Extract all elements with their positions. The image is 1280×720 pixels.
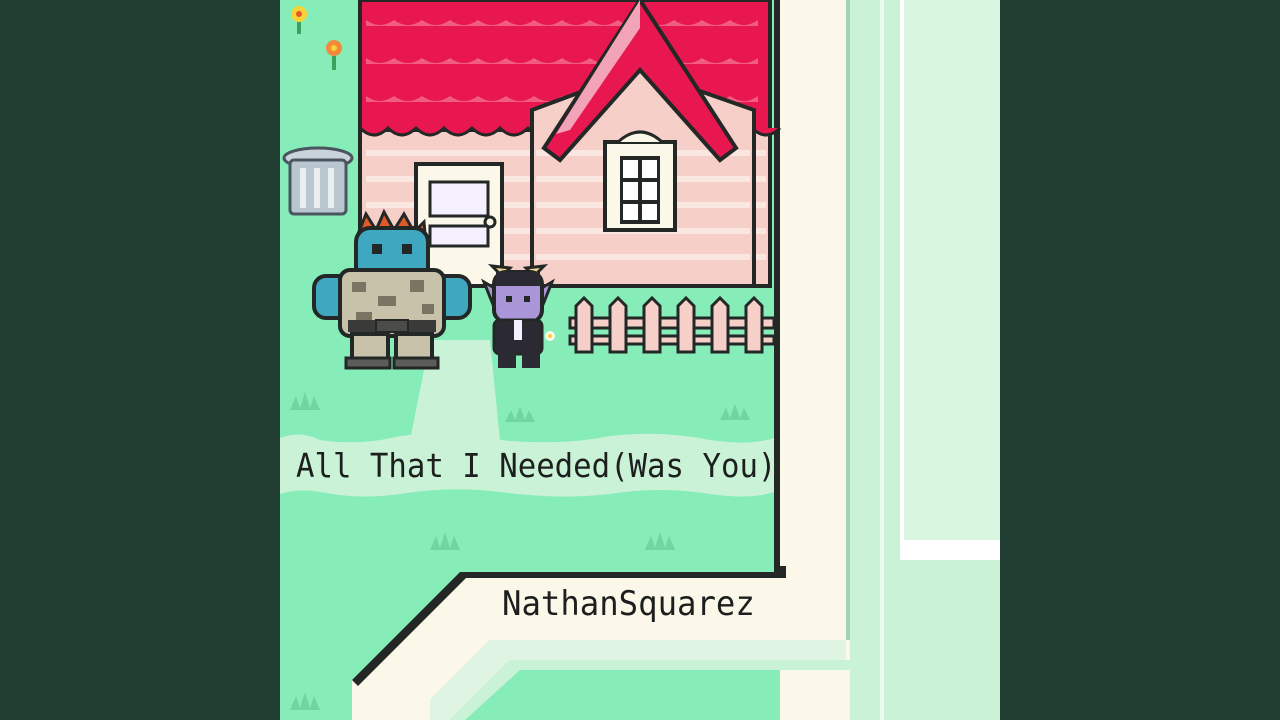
trash-can: [282, 146, 354, 216]
window: [603, 130, 677, 232]
game-screen: All That I Needed(Was You) NathanSquarez: [280, 0, 1000, 720]
song-title: All That I Needed(Was You): [296, 446, 777, 485]
video-frame: All That I Needed(Was You) NathanSquarez: [0, 0, 1280, 720]
artist-name: NathanSquarez: [502, 584, 755, 624]
road-area: [780, 0, 1000, 720]
